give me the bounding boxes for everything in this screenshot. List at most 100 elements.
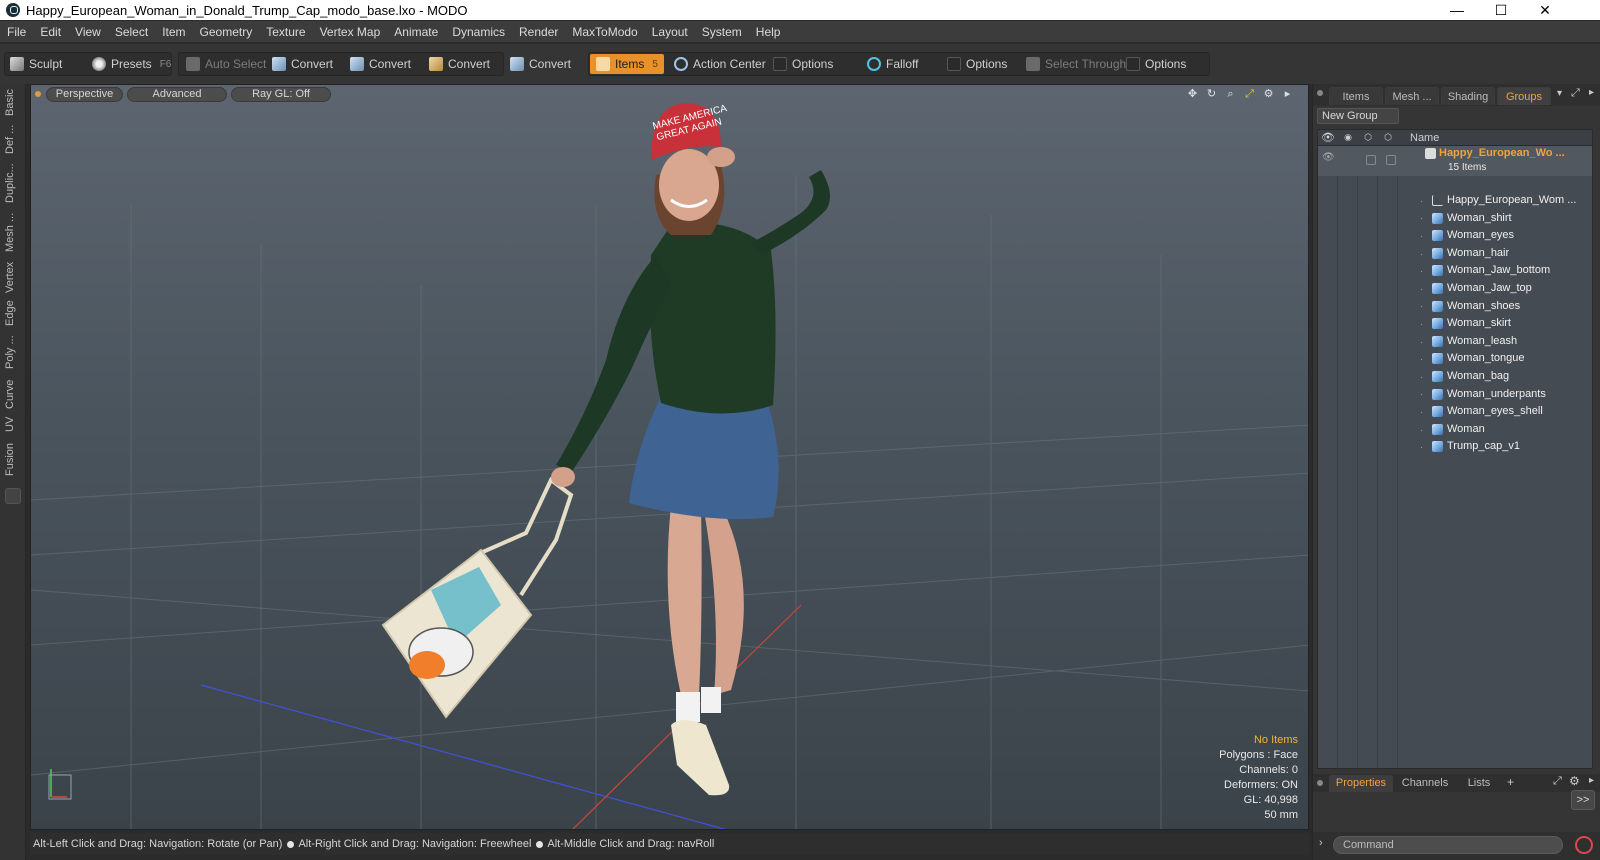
items-shortcut: 5	[652, 58, 658, 70]
tab-basic[interactable]: Basic	[4, 88, 22, 118]
group-visibility-eye-icon[interactable]: 👁	[1322, 152, 1335, 163]
panel-expand-icon[interactable]: ⤢	[1571, 87, 1580, 100]
convert-button-2[interactable]: Convert	[350, 53, 411, 75]
expand-properties-button[interactable]: >>	[1571, 790, 1595, 810]
action-center-button[interactable]: Action Center	[674, 53, 766, 75]
tree-connector: ·	[1420, 301, 1423, 312]
group-item-row[interactable]: · Woman_shoes	[1318, 298, 1592, 316]
group-item-name: Woman_shoes	[1447, 299, 1521, 312]
options-checkbox-icon	[773, 57, 787, 71]
pan-icon[interactable]: ✥	[1186, 88, 1199, 101]
group-item-row[interactable]: · Woman_underpants	[1318, 386, 1592, 404]
tab-uv[interactable]: UV	[4, 414, 22, 434]
tab-polygon[interactable]: Poly ...	[4, 332, 22, 372]
panel-expand-icon[interactable]: ⤢	[1553, 775, 1562, 788]
group-item-row[interactable]: · Woman_tongue	[1318, 350, 1592, 368]
tab-channels[interactable]: Channels	[1395, 775, 1455, 792]
sculpt-button[interactable]: Sculpt	[10, 53, 62, 75]
tab-strip-toggle[interactable]	[5, 488, 21, 504]
group-lock-checkbox[interactable]	[1366, 155, 1376, 165]
group-item-row[interactable]: · Woman_leash	[1318, 333, 1592, 351]
panel-menu-arrow-icon[interactable]: ▸	[1589, 775, 1594, 786]
options-button-3[interactable]: Options	[1126, 53, 1186, 75]
tab-deform[interactable]: Def ...	[4, 122, 22, 156]
panel-gear-icon[interactable]: ⚙	[1569, 774, 1580, 788]
tab-properties[interactable]: Properties	[1329, 775, 1393, 792]
tab-lists[interactable]: Lists	[1457, 775, 1501, 792]
menu-help[interactable]: Help	[749, 25, 788, 39]
tab-fusion[interactable]: Fusion	[4, 438, 22, 480]
close-button[interactable]: ✕	[1523, 0, 1567, 20]
convert-button-3[interactable]: Convert	[429, 53, 490, 75]
falloff-button[interactable]: Falloff	[867, 53, 918, 75]
viewport-settings-gear-icon[interactable]: ⚙	[1262, 88, 1275, 101]
group-item-row[interactable]: · Woman	[1318, 421, 1592, 439]
menu-select[interactable]: Select	[108, 25, 155, 39]
menu-edit[interactable]: Edit	[33, 25, 68, 39]
tab-duplicate[interactable]: Duplic...	[4, 160, 22, 206]
group-item-row[interactable]: · Woman_hair	[1318, 245, 1592, 263]
group-item-row[interactable]: · Woman_Jaw_top	[1318, 280, 1592, 298]
add-tab-plus-icon[interactable]: +	[1507, 775, 1514, 789]
tab-groups[interactable]: Groups	[1497, 87, 1551, 105]
options-button-1[interactable]: Options	[773, 53, 833, 75]
tab-mesh-ops[interactable]: Mesh ...	[1385, 87, 1439, 105]
perspective-view-button[interactable]: Perspective	[46, 87, 123, 102]
group-item-row[interactable]: · Happy_European_Wom ...	[1318, 192, 1592, 210]
presets-button[interactable]: Presets F6	[92, 53, 171, 75]
group-item-row[interactable]: · Woman_eyes_shell	[1318, 403, 1592, 421]
menu-item[interactable]: Item	[155, 25, 192, 39]
3d-viewport[interactable]: MAKE AMERICA GREAT AGAIN Perspective Adv…	[30, 84, 1309, 830]
panel-dropdown-icon[interactable]: ▾	[1557, 88, 1562, 99]
group-item-row[interactable]: · Woman_skirt	[1318, 315, 1592, 333]
group-item-row[interactable]: · Woman_Jaw_bottom	[1318, 262, 1592, 280]
raygl-toggle-button[interactable]: Ray GL: Off	[231, 87, 331, 102]
auto-select-button[interactable]: Auto Select	[186, 53, 266, 75]
new-group-button[interactable]: New Group	[1317, 108, 1399, 124]
convert-button-1[interactable]: Convert	[272, 53, 333, 75]
select-column-icon[interactable]: ⬡	[1378, 132, 1398, 143]
panel-menu-arrow-icon[interactable]: ▸	[1589, 87, 1594, 98]
group-select-checkbox[interactable]	[1386, 155, 1396, 165]
zoom-icon[interactable]: ⌕	[1224, 88, 1237, 101]
menu-dynamics[interactable]: Dynamics	[445, 25, 512, 39]
select-through-button[interactable]: Select Through	[1026, 53, 1126, 75]
separator-dot	[536, 840, 544, 848]
menu-maxtomodo[interactable]: MaxToModo	[565, 25, 644, 39]
menu-system[interactable]: System	[695, 25, 749, 39]
group-item-row[interactable]: · Trump_cap_v1	[1318, 438, 1592, 456]
menu-render[interactable]: Render	[512, 25, 565, 39]
group-row[interactable]: 👁 Happy_European_Wo ... 15 Items	[1318, 146, 1592, 176]
group-item-row[interactable]: · Woman_eyes	[1318, 227, 1592, 245]
group-item-row[interactable]: · Woman_shirt	[1318, 210, 1592, 228]
menu-view[interactable]: View	[68, 25, 108, 39]
menu-texture[interactable]: Texture	[259, 25, 312, 39]
rotate-icon[interactable]: ↻	[1205, 88, 1218, 101]
minimize-button[interactable]: —	[1435, 0, 1479, 20]
render-column-icon[interactable]: ◉	[1338, 132, 1358, 143]
group-item-row[interactable]: · Woman_bag	[1318, 368, 1592, 386]
advanced-shading-button[interactable]: Advanced	[127, 87, 227, 102]
command-input[interactable]: Command	[1333, 836, 1563, 854]
menu-layout[interactable]: Layout	[645, 25, 695, 39]
menu-vertex-map[interactable]: Vertex Map	[313, 25, 388, 39]
tab-curve[interactable]: Curve	[4, 376, 22, 412]
record-macro-icon[interactable]	[1575, 836, 1593, 854]
items-mode-button[interactable]: Items 5	[590, 54, 664, 74]
tab-items[interactable]: Items	[1329, 87, 1383, 105]
tab-edge[interactable]: Edge	[4, 298, 22, 328]
lock-column-icon[interactable]: ⬡	[1358, 132, 1378, 143]
fit-view-icon[interactable]: ⤢	[1243, 88, 1256, 101]
convert-button-4[interactable]: Convert	[510, 53, 571, 75]
tree-connector: ·	[1420, 266, 1423, 277]
visibility-column-eye-icon[interactable]: 👁	[1318, 131, 1338, 144]
tab-shading[interactable]: Shading	[1441, 87, 1495, 105]
options-button-2[interactable]: Options	[947, 53, 1007, 75]
menu-geometry[interactable]: Geometry	[193, 25, 260, 39]
tab-vertex[interactable]: Vertex	[4, 258, 22, 296]
menu-file[interactable]: File	[0, 25, 33, 39]
viewport-menu-arrow-icon[interactable]: ▸	[1281, 88, 1294, 101]
maximize-button[interactable]: ☐	[1479, 0, 1523, 20]
menu-animate[interactable]: Animate	[387, 25, 445, 39]
tab-mesh[interactable]: Mesh ...	[4, 210, 22, 254]
